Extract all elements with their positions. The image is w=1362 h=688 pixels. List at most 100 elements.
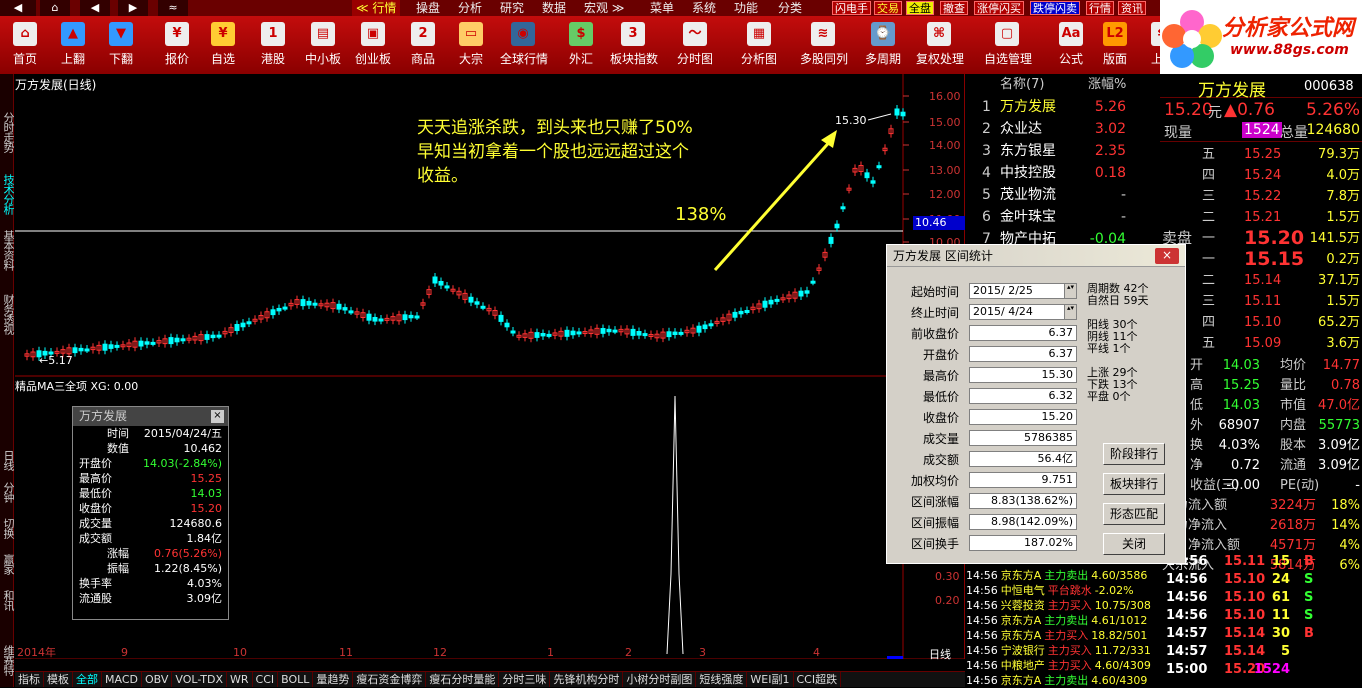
spinner-icon[interactable]: ▴▾	[1064, 305, 1076, 319]
bottom-tab-2[interactable]: 全部	[73, 672, 102, 687]
dialog-button-2[interactable]: 形态匹配	[1103, 503, 1165, 525]
dialog-field-value[interactable]: 2015/ 2/25 ▴▾	[969, 283, 1077, 299]
toolbar-button-19[interactable]: Aa 公式	[1048, 20, 1094, 72]
dialog-field-value[interactable]: 6.37	[969, 325, 1077, 341]
alert-row[interactable]: 14:56 京东方A 主力卖出 4.61/1012	[966, 613, 1160, 628]
nav-back-button[interactable]: ◀	[0, 0, 36, 16]
toolbar-button-7[interactable]: ▣ 创业板	[350, 20, 396, 72]
hot-jiaoyi[interactable]: 交易	[874, 1, 902, 15]
bottom-tab-4[interactable]: OBV	[142, 672, 173, 687]
bottom-tab-6[interactable]: WR	[227, 672, 253, 687]
menu-caidan[interactable]: 菜单	[646, 0, 678, 16]
buy-level[interactable]: 一 15.15 0.2万	[1160, 249, 1362, 270]
toolbar-button-18[interactable]: ▢ 自选管理	[984, 20, 1032, 72]
toolbar-button-13[interactable]: 〜分时图	[672, 20, 718, 72]
toolbar-button-11[interactable]: $ 外汇	[558, 20, 604, 72]
bottom-tab-0[interactable]: 指标	[15, 672, 44, 687]
alert-row[interactable]: 14:56 兴蓉投资 主力买入 10.75/308	[966, 598, 1160, 613]
toolbar-button-8[interactable]: 2 商品	[400, 20, 446, 72]
bottom-tab-17[interactable]: CCI超跌	[794, 672, 842, 687]
menu-gongneng[interactable]: 功能	[730, 0, 762, 16]
watchlist-row[interactable]: 4 中技控股 0.18	[966, 162, 1160, 184]
hot-zixun[interactable]: 资讯	[1118, 1, 1146, 15]
buy-level[interactable]: 三 15.11 1.5万	[1160, 291, 1362, 312]
toolbar-button-0[interactable]: ⌂ 首页	[2, 20, 48, 72]
bottom-tab-10[interactable]: 瘦石资金博弈	[353, 672, 427, 687]
hot-zhangting[interactable]: 涨停闪买	[974, 1, 1024, 15]
dialog-field-value[interactable]: 2015/ 4/24 ▴▾	[969, 304, 1077, 320]
menu-hangqing[interactable]: ≪ 行情	[352, 0, 401, 16]
dialog-button-1[interactable]: 板块排行	[1103, 473, 1165, 495]
bottom-tab-1[interactable]: 模板	[44, 672, 73, 687]
dialog-field-value[interactable]: 6.32	[969, 388, 1077, 404]
sell-level[interactable]: 三 15.22 7.8万	[1160, 186, 1362, 207]
alert-row[interactable]: 14:56 京东方A 主力买入 18.82/501	[966, 628, 1160, 643]
toolbar-button-10[interactable]: ◉ 全球行情	[500, 20, 548, 72]
bottom-tab-16[interactable]: WEI副1	[747, 672, 794, 687]
dialog-field-value[interactable]: 56.4亿	[969, 451, 1077, 467]
alert-row[interactable]: 14:56 京东方A 主力卖出 4.60/3586	[966, 568, 1160, 583]
sell-level[interactable]: 二 15.21 1.5万	[1160, 207, 1362, 228]
toolbar-button-1[interactable]: ▲ 上翻	[50, 20, 96, 72]
alert-row[interactable]: 14:56 中粮地产 主力买入 4.60/4309	[966, 658, 1160, 673]
dialog-field-value[interactable]: 15.30	[969, 367, 1077, 383]
menu-fenlei[interactable]: 分类	[774, 0, 806, 16]
dialog-field-value[interactable]: 5786385	[969, 430, 1077, 446]
next-icon[interactable]: ▶	[118, 0, 148, 16]
dialog-button-0[interactable]: 阶段排行	[1103, 443, 1165, 465]
leftnav-item-0[interactable]: 分时走势	[0, 106, 15, 158]
dialog-field-value[interactable]: 8.83(138.62%)	[969, 493, 1077, 509]
toolbar-button-6[interactable]: ▤ 中小板	[300, 20, 346, 72]
period-label[interactable]: 日线	[915, 646, 965, 662]
toolbar-button-14[interactable]: ▦ 分析图	[736, 20, 782, 72]
toolbar-button-2[interactable]: ▼ 下翻	[98, 20, 144, 72]
watch-col-name[interactable]: 名称(7)	[1000, 74, 1044, 96]
dialog-field-value[interactable]: 8.98(142.09%)	[969, 514, 1077, 530]
leftnav-item-8[interactable]: 和讯	[0, 574, 15, 626]
info-box[interactable]: 万方发展 × 时间 2015/04/24/五 数值 10.462 开盘价 14.03(-2…	[72, 406, 229, 620]
close-icon[interactable]: ×	[211, 410, 224, 423]
toolbar-button-5[interactable]: 1 港股	[250, 20, 296, 72]
sell-level[interactable]: 五 15.25 79.3万	[1160, 144, 1362, 165]
sell-level[interactable]: 四 15.24 4.0万	[1160, 165, 1362, 186]
bottom-tab-5[interactable]: VOL-TDX	[172, 672, 227, 687]
buy-level[interactable]: 五 15.09 3.6万	[1160, 333, 1362, 354]
watchlist-row[interactable]: 5 茂业物流 -	[966, 184, 1160, 206]
watchlist-row[interactable]: 2 众业达 3.02	[966, 118, 1160, 140]
bottom-tab-9[interactable]: 量趋势	[313, 672, 354, 687]
toolbar-button-16[interactable]: ⌚ 多周期	[860, 20, 906, 72]
bottom-tab-7[interactable]: CCI	[253, 672, 279, 687]
leftnav-item-9[interactable]: 维赛特	[0, 634, 15, 686]
hot-shandianshou[interactable]: 闪电手	[832, 1, 871, 15]
toolbar-button-17[interactable]: ⌘ 复权处理	[916, 20, 964, 72]
buy-level[interactable]: 四 15.10 65.2万	[1160, 312, 1362, 333]
prev-icon[interactable]: ◀	[80, 0, 110, 16]
dialog-field-value[interactable]: 9.751	[969, 472, 1077, 488]
alert-row[interactable]: 14:56 中恒电气 平台跳水 -2.02%	[966, 583, 1160, 598]
leftnav-item-2[interactable]: 基本资料	[0, 224, 15, 276]
menu-caopan[interactable]: 操盘	[412, 0, 444, 16]
hot-hangqing[interactable]: 行情	[1086, 1, 1114, 15]
menu-hongguan[interactable]: 宏观 ≫	[580, 0, 628, 16]
leftnav-item-3[interactable]: 财务透视	[0, 288, 15, 340]
watchlist-row[interactable]: 6 金叶珠宝 -	[966, 206, 1160, 228]
dialog-field-value[interactable]: 15.20	[969, 409, 1077, 425]
watchlist-row[interactable]: 3 东方银星 2.35	[966, 140, 1160, 162]
watchlist-row[interactable]: 1 万方发展 5.26	[966, 96, 1160, 118]
dialog-close-icon[interactable]: ×	[1155, 248, 1179, 264]
hot-dieting[interactable]: 跌停闪卖	[1030, 1, 1080, 15]
alert-row[interactable]: 14:56 京东方A 主力卖出 4.60/4309	[966, 673, 1160, 688]
toolbar-button-9[interactable]: ▭ 大宗	[448, 20, 494, 72]
menu-xitong[interactable]: 系统	[688, 0, 720, 16]
interval-stats-dialog[interactable]: 万方发展 区间统计 × 起始时间 2015/ 2/25 ▴▾ 终止时间 2015/ 4/…	[886, 244, 1186, 564]
bottom-tab-3[interactable]: MACD	[102, 672, 142, 687]
toolbar-button-4[interactable]: ¥ 自选	[200, 20, 246, 72]
menu-yanjiu[interactable]: 研究	[496, 0, 528, 16]
toolbar-button-20[interactable]: L2 版面	[1092, 20, 1138, 72]
toolbar-button-3[interactable]: ¥ 报价	[154, 20, 200, 72]
menu-fenxi[interactable]: 分析	[454, 0, 486, 16]
sell-level[interactable]: 卖盘一 15.20 141.5万	[1160, 228, 1362, 249]
bottom-tab-12[interactable]: 分时三味	[499, 672, 551, 687]
dialog-button-3[interactable]: 关闭	[1103, 533, 1165, 555]
hot-quanpan[interactable]: 全盘	[906, 1, 934, 15]
